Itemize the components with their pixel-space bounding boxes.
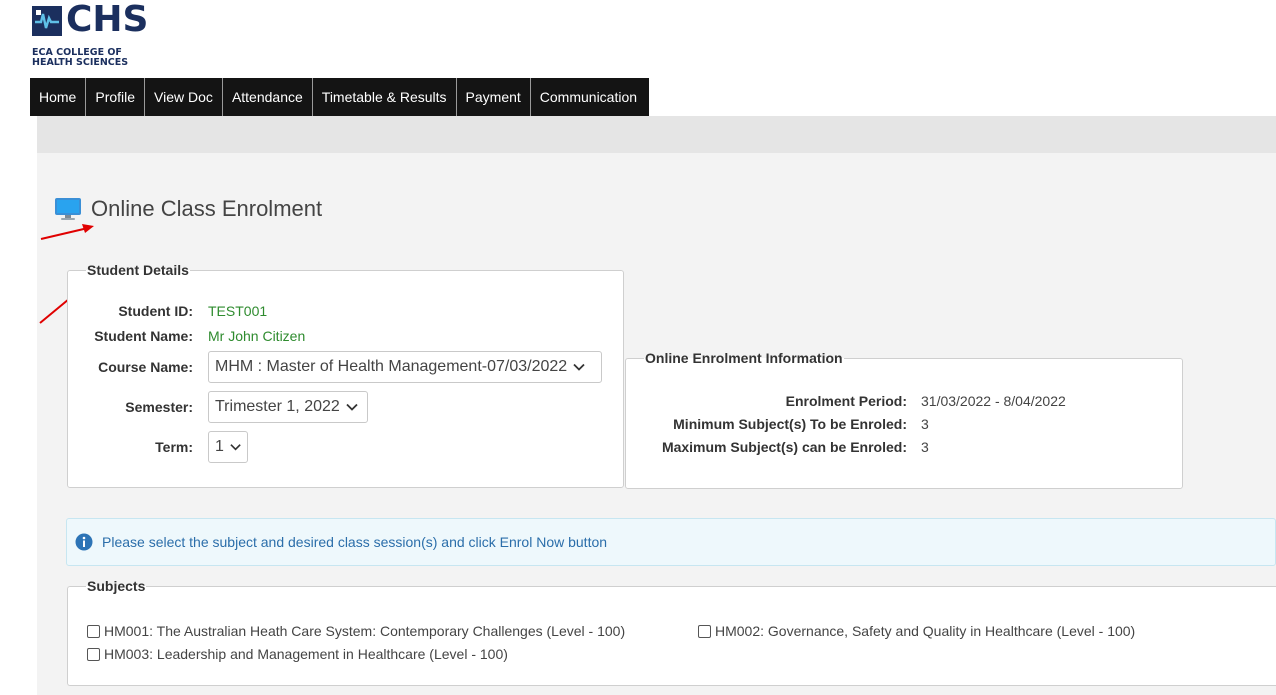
subject-checkbox[interactable] [698, 624, 711, 638]
annotation-arrow-icon [40, 224, 94, 240]
enrolment-period-label: Enrolment Period: [785, 393, 907, 409]
semester-select[interactable]: Trimester 1, 2022 [208, 391, 368, 423]
chevron-down-icon [230, 444, 241, 451]
nav-tab-attendance[interactable]: Attendance [222, 78, 313, 116]
nav-tab-profile[interactable]: Profile [86, 78, 146, 116]
logo-brand-text: CHS [66, 0, 149, 40]
student-id-label: Student ID: [118, 303, 193, 319]
main-nav: Home Profile View Doc Attendance Timetab… [30, 78, 650, 116]
subject-label: HM001: The Australian Heath Care System:… [104, 623, 626, 639]
term-selected: 1 [215, 438, 224, 455]
header-gray-bar [37, 116, 1276, 153]
subject-checkbox[interactable] [87, 647, 100, 661]
student-name-value: Mr John Citizen [208, 328, 306, 344]
nav-tab-payment[interactable]: Payment [456, 78, 531, 116]
student-details-legend: Student Details [87, 262, 189, 278]
nav-tab-timetable-results[interactable]: Timetable & Results [312, 78, 457, 116]
subject-option-hm002[interactable]: HM002: Governance, Safety and Quality in… [698, 623, 1135, 639]
min-subjects-label: Minimum Subject(s) To be Enroled: [673, 416, 907, 432]
chevron-down-icon [573, 363, 585, 371]
subjects-legend: Subjects [87, 578, 146, 594]
term-select[interactable]: 1 [208, 431, 248, 463]
min-subjects-value: 3 [921, 416, 929, 432]
subject-option-hm003[interactable]: HM003: Leadership and Management in Heal… [87, 646, 508, 662]
subject-option-hm001[interactable]: HM001: The Australian Heath Care System:… [87, 623, 625, 639]
enrolment-period-value: 31/03/2022 - 8/04/2022 [921, 393, 1066, 409]
nav-tab-home[interactable]: Home [30, 78, 87, 116]
max-subjects-value: 3 [921, 439, 929, 455]
nav-tab-view-doc[interactable]: View Doc [145, 78, 223, 116]
semester-label: Semester: [125, 399, 193, 415]
nav-tab-communication[interactable]: Communication [530, 78, 650, 116]
enrolment-info-legend: Online Enrolment Information [645, 350, 843, 366]
student-name-label: Student Name: [94, 328, 193, 344]
logo-subtitle: ECA COLLEGE OF HEALTH SCIENCES [32, 48, 128, 68]
max-subjects-label: Maximum Subject(s) can be Enroled: [661, 439, 907, 455]
monitor-icon [55, 198, 81, 220]
student-id-value: TEST001 [208, 303, 268, 319]
logo-mark-icon [32, 6, 62, 36]
college-logo: CHS ECA COLLEGE OF HEALTH SCIENCES [32, 0, 192, 78]
subject-label: HM002: Governance, Safety and Quality in… [715, 623, 1136, 639]
subject-checkbox[interactable] [87, 624, 100, 638]
semester-selected: Trimester 1, 2022 [215, 398, 340, 415]
info-notice-text: Please select the subject and desired cl… [102, 534, 608, 550]
info-icon [75, 533, 93, 551]
page-title-text: Online Class Enrolment [91, 196, 323, 221]
logo-line-2: HEALTH SCIENCES [32, 57, 129, 68]
subject-label: HM003: Leadership and Management in Heal… [104, 646, 508, 662]
term-label: Term: [155, 439, 193, 455]
course-name-label: Course Name: [98, 359, 193, 375]
info-notice: Please select the subject and desired cl… [66, 518, 1276, 566]
course-name-selected: MHM : Master of Health Management-07/03/… [215, 358, 568, 375]
course-name-select[interactable]: MHM : Master of Health Management-07/03/… [208, 351, 602, 383]
chevron-down-icon [346, 403, 358, 411]
